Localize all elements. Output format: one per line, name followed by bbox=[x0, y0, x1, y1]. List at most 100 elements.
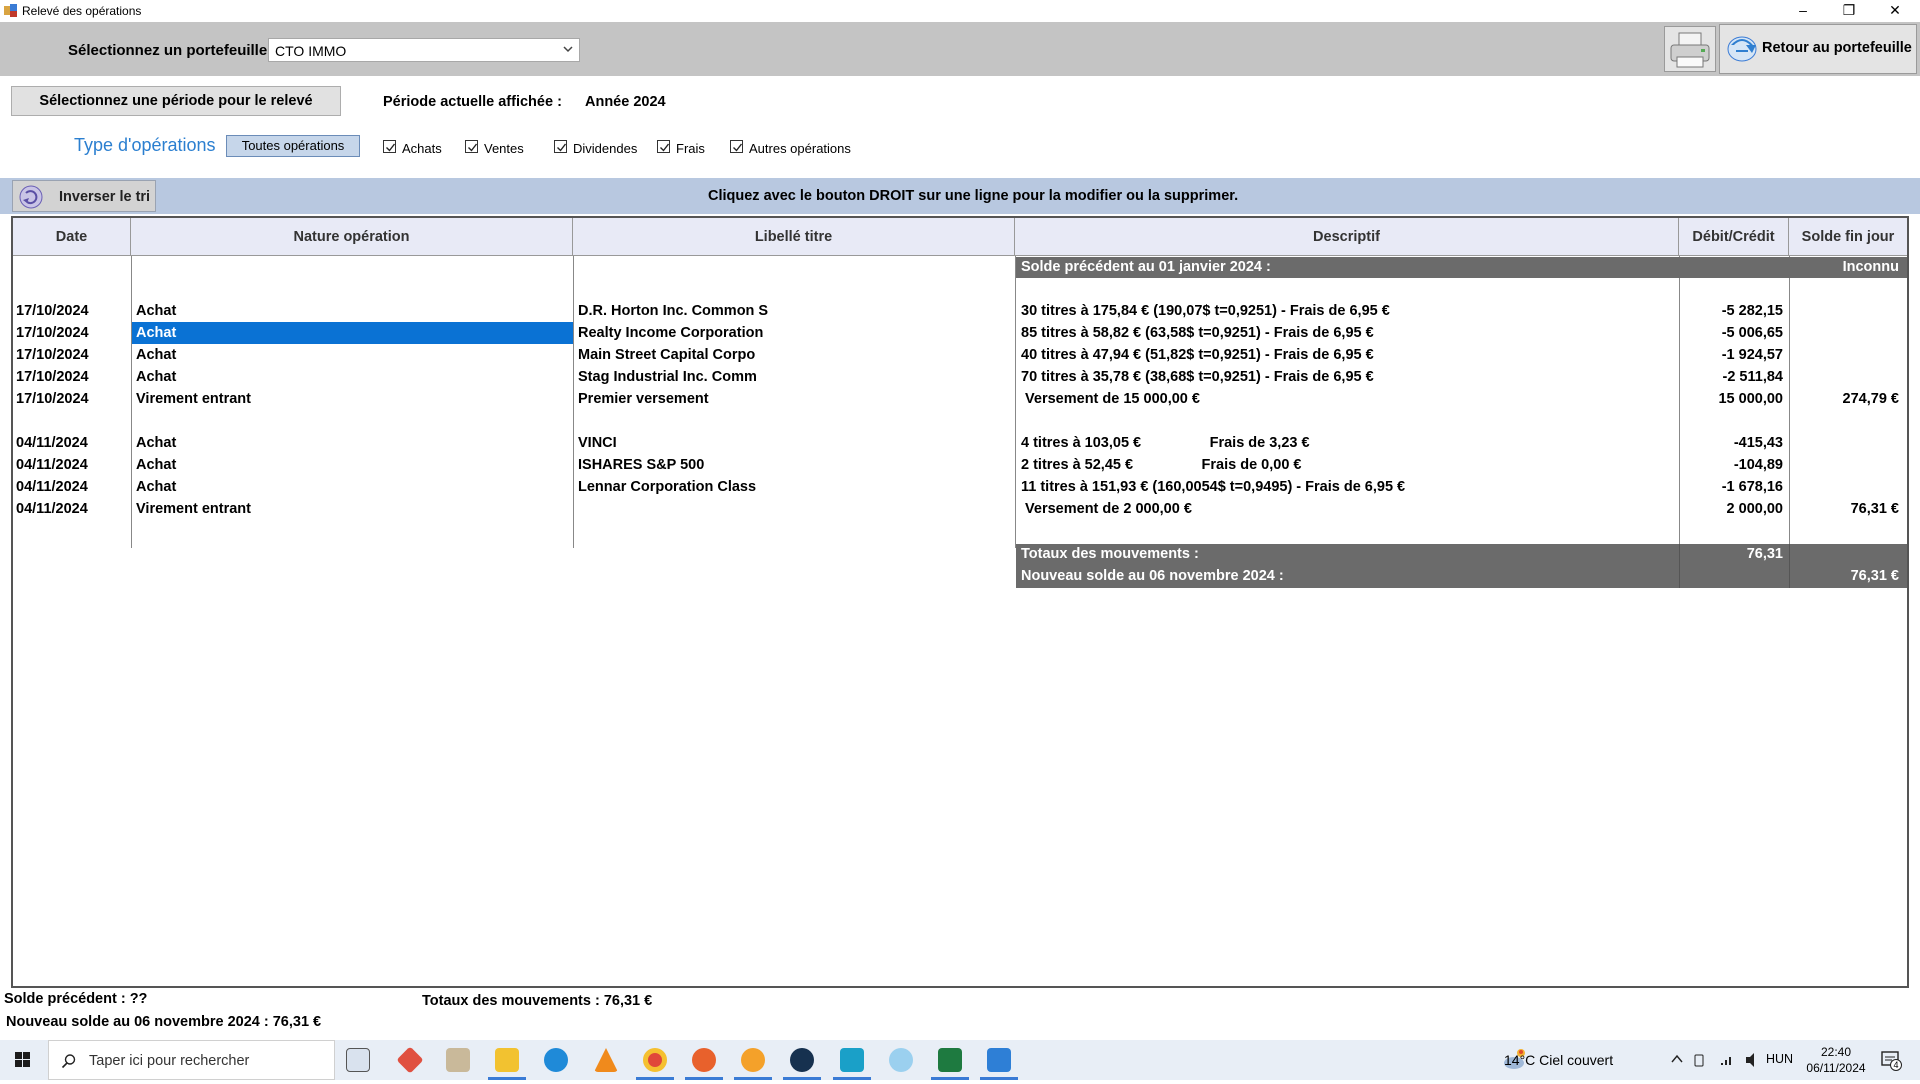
row-amount[interactable]: -1 924,57 bbox=[1683, 344, 1783, 366]
reverse-sort-button[interactable]: Inverser le tri bbox=[12, 180, 156, 212]
sort-cycle-icon bbox=[19, 185, 43, 209]
row-descriptif[interactable]: 11 titres à 151,93 € (160,0054$ t=0,9495… bbox=[1021, 476, 1405, 498]
row-descriptif[interactable]: Versement de 2 000,00 € bbox=[1021, 498, 1192, 520]
firefox-icon[interactable] bbox=[692, 1048, 716, 1072]
row-nature[interactable]: Virement entrant bbox=[136, 388, 251, 410]
row-date[interactable]: 04/11/2024 bbox=[16, 476, 88, 498]
return-to-portfolio-button[interactable]: Retour au portefeuille bbox=[1719, 24, 1917, 74]
app-blue-icon[interactable] bbox=[987, 1048, 1011, 1072]
row-amount[interactable]: -5 282,15 bbox=[1683, 300, 1783, 322]
portfolio-select[interactable]: CTO IMMO bbox=[268, 38, 580, 62]
operation-type-label: Type d'opérations bbox=[74, 135, 216, 155]
row-descriptif[interactable]: 85 titres à 58,82 € (63,58$ t=0,9251) - … bbox=[1021, 322, 1374, 344]
printer-icon bbox=[1670, 32, 1710, 68]
row-date[interactable]: 04/11/2024 bbox=[16, 432, 88, 454]
row-titre[interactable]: Lennar Corporation Class bbox=[578, 476, 756, 498]
header-libelle[interactable]: Libellé titre bbox=[573, 218, 1015, 256]
weather-text[interactable]: 14°C Ciel couvert bbox=[1504, 1052, 1613, 1068]
column-divider bbox=[1015, 256, 1016, 548]
row-date[interactable]: 17/10/2024 bbox=[16, 322, 89, 344]
system-tray-icons[interactable] bbox=[1670, 1050, 1762, 1070]
vlc-icon[interactable] bbox=[594, 1048, 618, 1072]
print-button[interactable] bbox=[1664, 26, 1716, 72]
row-descriptif[interactable]: Versement de 15 000,00 € bbox=[1021, 388, 1200, 410]
clock[interactable]: 22:40 06/11/2024 bbox=[1802, 1044, 1870, 1076]
header-nature[interactable]: Nature opération bbox=[131, 218, 573, 256]
row-descriptif[interactable]: 4 titres à 103,05 € Frais de 3,23 € bbox=[1021, 432, 1310, 454]
row-nature[interactable]: Achat bbox=[136, 432, 176, 454]
row-nature[interactable]: Achat bbox=[136, 476, 176, 498]
taskbar-search-box[interactable]: Taper ici pour rechercher bbox=[48, 1040, 335, 1080]
row-amount[interactable]: 2 000,00 bbox=[1683, 498, 1783, 520]
checkmark-icon bbox=[660, 143, 670, 152]
app-popcorn-icon[interactable] bbox=[446, 1048, 470, 1072]
row-nature[interactable]: Virement entrant bbox=[136, 498, 251, 520]
all-operations-button[interactable]: Toutes opérations bbox=[226, 135, 360, 157]
portfolio-label: Sélectionnez un portefeuille bbox=[68, 42, 268, 59]
row-descriptif[interactable]: 40 titres à 47,94 € (51,82$ t=0,9251) - … bbox=[1021, 344, 1374, 366]
reverse-sort-label: Inverser le tri bbox=[59, 189, 151, 205]
edge-icon[interactable] bbox=[544, 1048, 568, 1072]
header-date[interactable]: Date bbox=[13, 218, 131, 256]
row-titre[interactable]: D.R. Horton Inc. Common S bbox=[578, 300, 768, 322]
header-descriptif[interactable]: Descriptif bbox=[1015, 218, 1679, 256]
row-date[interactable]: 17/10/2024 bbox=[16, 300, 89, 322]
row-nature-selected[interactable]: Achat bbox=[132, 322, 573, 344]
row-titre[interactable]: ISHARES S&P 500 bbox=[578, 454, 704, 476]
footer-totals: Totaux des mouvements : 76,31 € bbox=[422, 993, 653, 1009]
checkbox-box[interactable] bbox=[657, 140, 670, 153]
row-nature[interactable]: Achat bbox=[136, 300, 176, 322]
checkbox-box[interactable] bbox=[730, 140, 743, 153]
app-store-icon[interactable] bbox=[840, 1048, 864, 1072]
row-date[interactable]: 04/11/2024 bbox=[16, 454, 88, 476]
chrome-icon[interactable] bbox=[643, 1048, 667, 1072]
close-button[interactable]: ✕ bbox=[1872, 0, 1918, 22]
row-amount[interactable]: -415,43 bbox=[1683, 432, 1783, 454]
row-nature[interactable]: Achat bbox=[136, 454, 176, 476]
app-orange-icon[interactable] bbox=[741, 1048, 765, 1072]
excel-icon[interactable] bbox=[938, 1048, 962, 1072]
row-date[interactable]: 17/10/2024 bbox=[16, 388, 89, 410]
row-titre[interactable]: VINCI bbox=[578, 432, 617, 454]
row-date[interactable]: 17/10/2024 bbox=[16, 366, 89, 388]
restore-button[interactable]: ❐ bbox=[1826, 0, 1872, 22]
row-amount[interactable]: -2 511,84 bbox=[1683, 366, 1783, 388]
checkbox-box[interactable] bbox=[554, 140, 567, 153]
task-view-icon[interactable] bbox=[346, 1048, 370, 1072]
column-divider bbox=[131, 256, 132, 548]
input-language[interactable]: HUN bbox=[1766, 1052, 1793, 1066]
row-descriptif[interactable]: 2 titres à 52,45 € Frais de 0,00 € bbox=[1021, 454, 1301, 476]
row-amount[interactable]: -5 006,65 bbox=[1683, 322, 1783, 344]
checkmark-icon bbox=[557, 143, 567, 152]
row-titre[interactable]: Realty Income Corporation bbox=[578, 322, 763, 344]
notification-center-button[interactable]: 4 bbox=[1880, 1049, 1902, 1071]
row-amount[interactable]: -104,89 bbox=[1683, 454, 1783, 476]
minimize-button[interactable]: – bbox=[1780, 0, 1826, 22]
select-period-button[interactable]: Sélectionnez une période pour le relevé bbox=[11, 86, 341, 116]
steam-icon[interactable] bbox=[790, 1048, 814, 1072]
row-descriptif[interactable]: 70 titres à 35,78 € (38,68$ t=0,9251) - … bbox=[1021, 366, 1374, 388]
row-amount[interactable]: 15 000,00 bbox=[1683, 388, 1783, 410]
start-button[interactable] bbox=[0, 1040, 46, 1080]
checkbox-box[interactable] bbox=[383, 140, 396, 153]
checkbox-box[interactable] bbox=[465, 140, 478, 153]
totals-label: Totaux des mouvements : bbox=[1021, 546, 1199, 562]
header-solde-fin-jour[interactable]: Solde fin jour bbox=[1789, 218, 1907, 256]
footer-previous-balance: Solde précédent : ?? bbox=[4, 991, 148, 1007]
row-date[interactable]: 04/11/2024 bbox=[16, 498, 88, 520]
row-nature[interactable]: Achat bbox=[136, 366, 176, 388]
row-titre[interactable]: Premier versement bbox=[578, 388, 709, 410]
row-balance[interactable]: 76,31 € bbox=[1793, 498, 1899, 520]
header-debit-credit[interactable]: Débit/Crédit bbox=[1679, 218, 1789, 256]
file-explorer-icon[interactable] bbox=[495, 1048, 519, 1072]
row-titre[interactable]: Main Street Capital Corpo bbox=[578, 344, 755, 366]
search-icon bbox=[61, 1054, 76, 1069]
row-date[interactable]: 17/10/2024 bbox=[16, 344, 89, 366]
app-color-icon[interactable] bbox=[889, 1048, 913, 1072]
row-titre[interactable]: Stag Industrial Inc. Comm bbox=[578, 366, 757, 388]
row-nature[interactable]: Achat bbox=[136, 344, 176, 366]
app-diamond-icon[interactable] bbox=[396, 1046, 424, 1074]
row-balance[interactable]: 274,79 € bbox=[1793, 388, 1899, 410]
row-descriptif[interactable]: 30 titres à 175,84 € (190,07$ t=0,9251) … bbox=[1021, 300, 1390, 322]
row-amount[interactable]: -1 678,16 bbox=[1683, 476, 1783, 498]
